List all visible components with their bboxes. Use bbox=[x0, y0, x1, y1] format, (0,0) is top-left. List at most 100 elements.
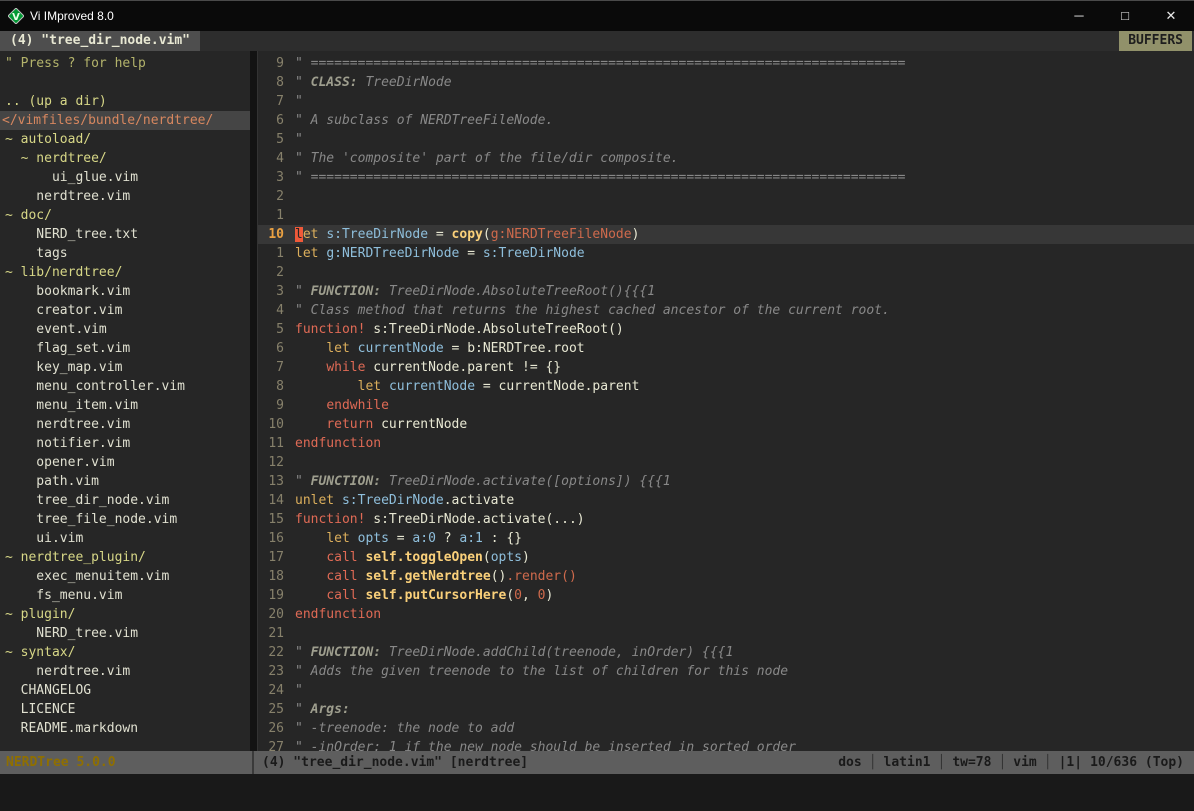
tree-dir-item[interactable]: ~ syntax/ bbox=[0, 643, 250, 662]
tree-file-item[interactable]: menu_controller.vim bbox=[0, 377, 250, 396]
code-line[interactable]: 14unlet s:TreeDirNode.activate bbox=[258, 491, 1194, 510]
code-line[interactable]: 4" Class method that returns the highest… bbox=[258, 301, 1194, 320]
code-line[interactable]: 1 bbox=[258, 206, 1194, 225]
tree-file-item[interactable]: path.vim bbox=[0, 472, 250, 491]
tree-dir-item[interactable]: ~ plugin/ bbox=[0, 605, 250, 624]
tree-file-item[interactable]: ui.vim bbox=[0, 529, 250, 548]
code-line[interactable]: 9 endwhile bbox=[258, 396, 1194, 415]
code-line[interactable]: 19 call self.putCursorHere(0, 0) bbox=[258, 586, 1194, 605]
tree-file-item[interactable]: nerdtree.vim bbox=[0, 187, 250, 206]
code-line[interactable]: 2 bbox=[258, 187, 1194, 206]
tree-file-item[interactable]: CHANGELOG bbox=[0, 681, 250, 700]
tree-dir-item[interactable]: ~ doc/ bbox=[0, 206, 250, 225]
line-number: 25 bbox=[258, 700, 284, 719]
vim-window: V Vi IMproved 8.0 ─ □ ✕ (4) "tree_dir_no… bbox=[0, 0, 1194, 811]
tree-dir-item[interactable]: ~ autoload/ bbox=[0, 130, 250, 149]
code-line[interactable]: 23" Adds the given treenode to the list … bbox=[258, 662, 1194, 681]
code-line[interactable]: 2 bbox=[258, 263, 1194, 282]
code-line[interactable]: 21 bbox=[258, 624, 1194, 643]
tree-file-item[interactable]: exec_menuitem.vim bbox=[0, 567, 250, 586]
tree-file-item[interactable]: tree_dir_node.vim bbox=[0, 491, 250, 510]
window-separator[interactable] bbox=[250, 51, 258, 751]
code-line[interactable]: 7 while currentNode.parent != {} bbox=[258, 358, 1194, 377]
tree-file-item[interactable]: event.vim bbox=[0, 320, 250, 339]
editor-panel: 9" =====================================… bbox=[258, 51, 1194, 751]
line-number: 4 bbox=[258, 149, 284, 168]
tree-file-item[interactable]: creator.vim bbox=[0, 301, 250, 320]
code-token: ) bbox=[632, 227, 640, 242]
code-line[interactable]: 7" bbox=[258, 92, 1194, 111]
nerdtree-help[interactable]: " Press ? for help bbox=[0, 54, 250, 73]
buffer-tab[interactable]: (4) "tree_dir_node.vim" bbox=[0, 31, 200, 51]
tree-dir-item[interactable]: ~ lib/nerdtree/ bbox=[0, 263, 250, 282]
close-button[interactable]: ✕ bbox=[1148, 1, 1194, 31]
code-token: opts bbox=[491, 550, 522, 565]
code-line[interactable]: 13" FUNCTION: TreeDirNode.activate([opti… bbox=[258, 472, 1194, 491]
code-token bbox=[295, 341, 326, 356]
code-line[interactable]: 20endfunction bbox=[258, 605, 1194, 624]
code-line[interactable]: 9" =====================================… bbox=[258, 54, 1194, 73]
code-text: endfunction bbox=[295, 434, 381, 453]
line-number: 16 bbox=[258, 529, 284, 548]
nerdtree-root[interactable]: </vimfiles/bundle/nerdtree/ bbox=[0, 111, 250, 130]
code-line[interactable]: 8" CLASS: TreeDirNode bbox=[258, 73, 1194, 92]
tree-file-item[interactable]: fs_menu.vim bbox=[0, 586, 250, 605]
code-text: while currentNode.parent != {} bbox=[295, 358, 561, 377]
tree-file-item[interactable]: tree_file_node.vim bbox=[0, 510, 250, 529]
code-text: " A subclass of NERDTreeFileNode. bbox=[295, 111, 553, 130]
line-number: 11 bbox=[258, 434, 284, 453]
code-line[interactable]: 6" A subclass of NERDTreeFileNode. bbox=[258, 111, 1194, 130]
code-line[interactable]: 3" =====================================… bbox=[258, 168, 1194, 187]
code-token: s:TreeDirNode.AbsoluteTreeRoot() bbox=[365, 322, 623, 337]
code-line[interactable]: 10 return currentNode bbox=[258, 415, 1194, 434]
statusline-filetype: vim bbox=[1013, 755, 1036, 770]
code-line[interactable]: 22" FUNCTION: TreeDirNode.addChild(treen… bbox=[258, 643, 1194, 662]
code-line[interactable]: 12 bbox=[258, 453, 1194, 472]
tree-file-item[interactable]: README.markdown bbox=[0, 719, 250, 738]
code-line[interactable]: 5function! s:TreeDirNode.AbsoluteTreeRoo… bbox=[258, 320, 1194, 339]
code-line[interactable]: 16 let opts = a:0 ? a:1 : {} bbox=[258, 529, 1194, 548]
tree-file-item[interactable]: opener.vim bbox=[0, 453, 250, 472]
nerdtree-up-dir[interactable]: .. (up a dir) bbox=[0, 92, 250, 111]
code-text: " Class method that returns the highest … bbox=[295, 301, 890, 320]
tree-file-item[interactable]: tags bbox=[0, 244, 250, 263]
tree-file-item[interactable]: nerdtree.vim bbox=[0, 415, 250, 434]
tree-file-item[interactable]: key_map.vim bbox=[0, 358, 250, 377]
code-line[interactable]: 1let g:NERDTreeDirNode = s:TreeDirNode bbox=[258, 244, 1194, 263]
code-line[interactable]: 6 let currentNode = b:NERDTree.root bbox=[258, 339, 1194, 358]
code-line[interactable]: 18 call self.getNerdtree().render() bbox=[258, 567, 1194, 586]
code-line[interactable]: 10let s:TreeDirNode = copy(g:NERDTreeFil… bbox=[258, 225, 1194, 244]
code-line[interactable]: 5" bbox=[258, 130, 1194, 149]
code-line[interactable]: 25" Args: bbox=[258, 700, 1194, 719]
tree-file-item[interactable]: ui_glue.vim bbox=[0, 168, 250, 187]
code-token: TreeDirNode.activate([options]) {{{1 bbox=[381, 474, 671, 489]
command-line[interactable] bbox=[0, 774, 1194, 811]
code-line[interactable]: 17 call self.toggleOpen(opts) bbox=[258, 548, 1194, 567]
tree-file-item[interactable]: NERD_tree.txt bbox=[0, 225, 250, 244]
line-number: 5 bbox=[258, 130, 284, 149]
tree-file-item[interactable]: bookmark.vim bbox=[0, 282, 250, 301]
tree-file-item[interactable]: nerdtree.vim bbox=[0, 662, 250, 681]
code-text: function! s:TreeDirNode.AbsoluteTreeRoot… bbox=[295, 320, 624, 339]
tree-dir-item[interactable]: ~ nerdtree/ bbox=[0, 149, 250, 168]
code-line[interactable]: 3" FUNCTION: TreeDirNode.AbsoluteTreeRoo… bbox=[258, 282, 1194, 301]
minimize-button[interactable]: ─ bbox=[1056, 1, 1102, 31]
code-line[interactable]: 24" bbox=[258, 681, 1194, 700]
tree-file-item[interactable]: flag_set.vim bbox=[0, 339, 250, 358]
tree-file-item[interactable]: NERD_tree.vim bbox=[0, 624, 250, 643]
maximize-button[interactable]: □ bbox=[1102, 1, 1148, 31]
code-token: s:TreeDirNode bbox=[326, 227, 428, 242]
code-line[interactable]: 11 endfunction bbox=[258, 434, 1194, 453]
code-line[interactable]: 8 let currentNode = currentNode.parent bbox=[258, 377, 1194, 396]
buffers-label[interactable]: BUFFERS bbox=[1119, 31, 1192, 51]
tree-file-item[interactable]: notifier.vim bbox=[0, 434, 250, 453]
code-line[interactable]: 26" -treenode: the node to add bbox=[258, 719, 1194, 738]
line-number: 18 bbox=[258, 567, 284, 586]
tree-dir-item[interactable]: ~ nerdtree_plugin/ bbox=[0, 548, 250, 567]
code-line[interactable]: 4" The 'composite' part of the file/dir … bbox=[258, 149, 1194, 168]
tree-file-item[interactable]: menu_item.vim bbox=[0, 396, 250, 415]
code-line[interactable]: 27" -inOrder: 1 if the new node should b… bbox=[258, 738, 1194, 751]
tree-file-item[interactable]: LICENCE bbox=[0, 700, 250, 719]
code-line[interactable]: 15function! s:TreeDirNode.activate(...) bbox=[258, 510, 1194, 529]
line-number: 3 bbox=[258, 282, 284, 301]
